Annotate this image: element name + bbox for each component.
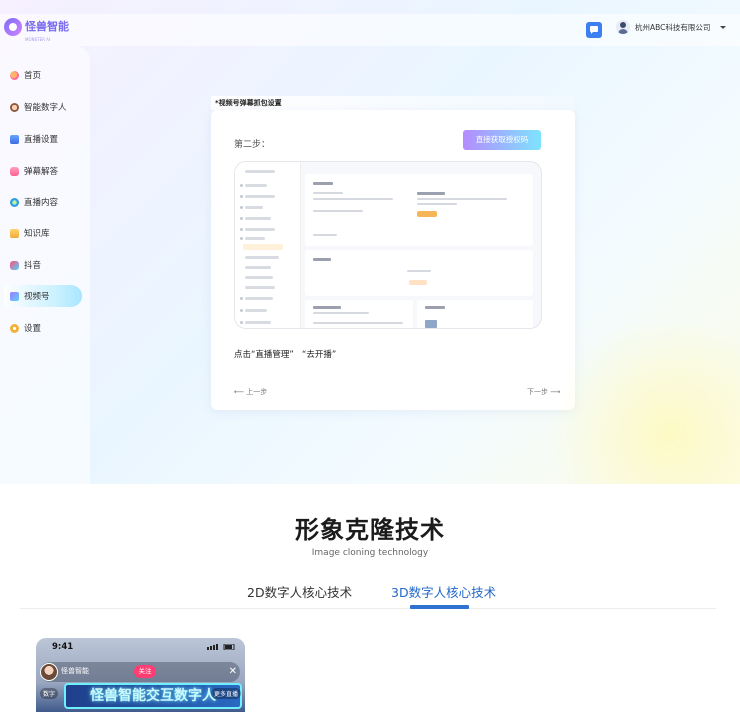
setup-card: 第二步： 直接获取授权码 点击“直播管理” “去开播” ⟵ 上一步 下一步 ⟶ bbox=[211, 110, 575, 410]
phone-host-avatar bbox=[40, 663, 58, 681]
guide-screenshot bbox=[234, 161, 542, 329]
knowledge-icon bbox=[10, 228, 19, 238]
sidebar-item-label: 弹幕解答 bbox=[24, 167, 59, 177]
live-settings-icon bbox=[10, 134, 19, 144]
tab-active-indicator bbox=[410, 605, 469, 609]
sidebar-item-label: 智能数字人 bbox=[24, 103, 67, 113]
sidebar-item-label: 直播设置 bbox=[24, 135, 59, 145]
chevron-down-icon bbox=[720, 25, 727, 29]
phone-tag-right: 更多直播 bbox=[210, 688, 241, 699]
next-step-button[interactable]: 下一步 ⟶ bbox=[527, 387, 560, 397]
user-menu[interactable]: 杭州ABC科技有限公司 bbox=[616, 20, 727, 34]
douyin-icon bbox=[10, 260, 19, 270]
settings-icon bbox=[10, 323, 19, 333]
prev-step-button[interactable]: ⟵ 上一步 bbox=[234, 387, 267, 397]
tab-divider bbox=[20, 608, 716, 609]
sidebar-item-knowledge[interactable]: 知识库 bbox=[4, 222, 82, 244]
app-area: 怪兽智能 MONSTER AI 杭州ABC科技有限公司 首页 智能数字人 直播设… bbox=[0, 0, 740, 484]
logo[interactable]: 怪兽智能 MONSTER AI bbox=[4, 18, 69, 42]
top-bar: 怪兽智能 MONSTER AI 杭州ABC科技有限公司 bbox=[0, 14, 740, 46]
live-content-icon bbox=[10, 197, 19, 207]
sidebar-item-label: 设置 bbox=[24, 324, 42, 334]
sidebar-item-label: 首页 bbox=[24, 71, 42, 81]
phone-host-name: 怪兽智能 bbox=[61, 667, 89, 675]
step-label: 第二步： bbox=[234, 140, 271, 150]
company-name: 杭州ABC科技有限公司 bbox=[635, 22, 711, 32]
section-subtitle: Image cloning technology bbox=[311, 548, 429, 558]
guide-screenshot-sidebar bbox=[235, 162, 301, 328]
close-icon: ✕ bbox=[228, 666, 237, 677]
prev-step-label: 上一步 bbox=[246, 388, 268, 396]
get-auth-code-button[interactable]: 直接获取授权码 bbox=[463, 130, 541, 150]
sidebar-item-douyin[interactable]: 抖音 bbox=[4, 254, 82, 276]
card-title: *视频号弹幕抓包设置 bbox=[211, 96, 575, 110]
guide-panel-room bbox=[305, 250, 533, 296]
arrow-right-icon: ⟶ bbox=[548, 388, 561, 396]
sidebar-item-label: 视频号 bbox=[24, 292, 50, 302]
arrow-left-icon: ⟵ bbox=[234, 388, 247, 396]
tab-2d-core-tech[interactable]: 2D数字人核心技术 bbox=[247, 582, 352, 601]
sidebar-item-digital-human[interactable]: 智能数字人 bbox=[4, 96, 82, 118]
danmu-icon bbox=[10, 166, 19, 176]
sidebar-item-home[interactable]: 首页 bbox=[4, 64, 82, 86]
logo-icon bbox=[4, 18, 22, 36]
phone-tag-left: 数字 bbox=[40, 688, 59, 699]
sidebar: 首页 智能数字人 直播设置 弹幕解答 直播内容 知识库 抖音 视频号 设置 bbox=[0, 46, 90, 484]
avatar bbox=[616, 20, 630, 34]
digital-human-icon bbox=[10, 102, 19, 112]
sidebar-item-live-content[interactable]: 直播内容 bbox=[4, 191, 82, 213]
guide-panel-broadcast bbox=[305, 174, 533, 246]
sidebar-item-channels[interactable]: 视频号 bbox=[4, 285, 82, 307]
sidebar-item-live-settings[interactable]: 直播设置 bbox=[4, 128, 82, 150]
logo-subtitle: MONSTER AI bbox=[25, 37, 51, 42]
phone-time: 9:41 bbox=[52, 642, 74, 652]
message-icon bbox=[590, 26, 598, 34]
sidebar-item-label: 知识库 bbox=[24, 229, 50, 239]
home-icon bbox=[10, 70, 19, 80]
sidebar-item-label: 直播内容 bbox=[24, 198, 59, 208]
phone-follow-button: 关注 bbox=[134, 665, 156, 678]
demo-phone-image: 9:41 怪兽智能 关注 ✕ 数字 怪兽智能交互数字人 更多直播 bbox=[36, 638, 245, 712]
instruction-text: 点击“直播管理” “去开播” bbox=[234, 350, 337, 360]
guide-panel-data bbox=[305, 300, 413, 328]
next-step-label: 下一步 bbox=[527, 388, 548, 396]
message-button[interactable] bbox=[586, 22, 602, 38]
sidebar-item-danmu[interactable]: 弹幕解答 bbox=[4, 160, 82, 182]
logo-text: 怪兽智能 bbox=[25, 20, 69, 33]
phone-status-icon bbox=[207, 644, 235, 650]
channels-icon bbox=[10, 291, 19, 301]
section-title: 形象克隆技术 bbox=[295, 516, 445, 544]
sidebar-item-settings[interactable]: 设置 bbox=[4, 317, 82, 339]
sidebar-item-label: 抖音 bbox=[24, 261, 42, 271]
guide-panel-review bbox=[417, 300, 533, 328]
tab-3d-core-tech[interactable]: 3D数字人核心技术 bbox=[391, 582, 496, 601]
